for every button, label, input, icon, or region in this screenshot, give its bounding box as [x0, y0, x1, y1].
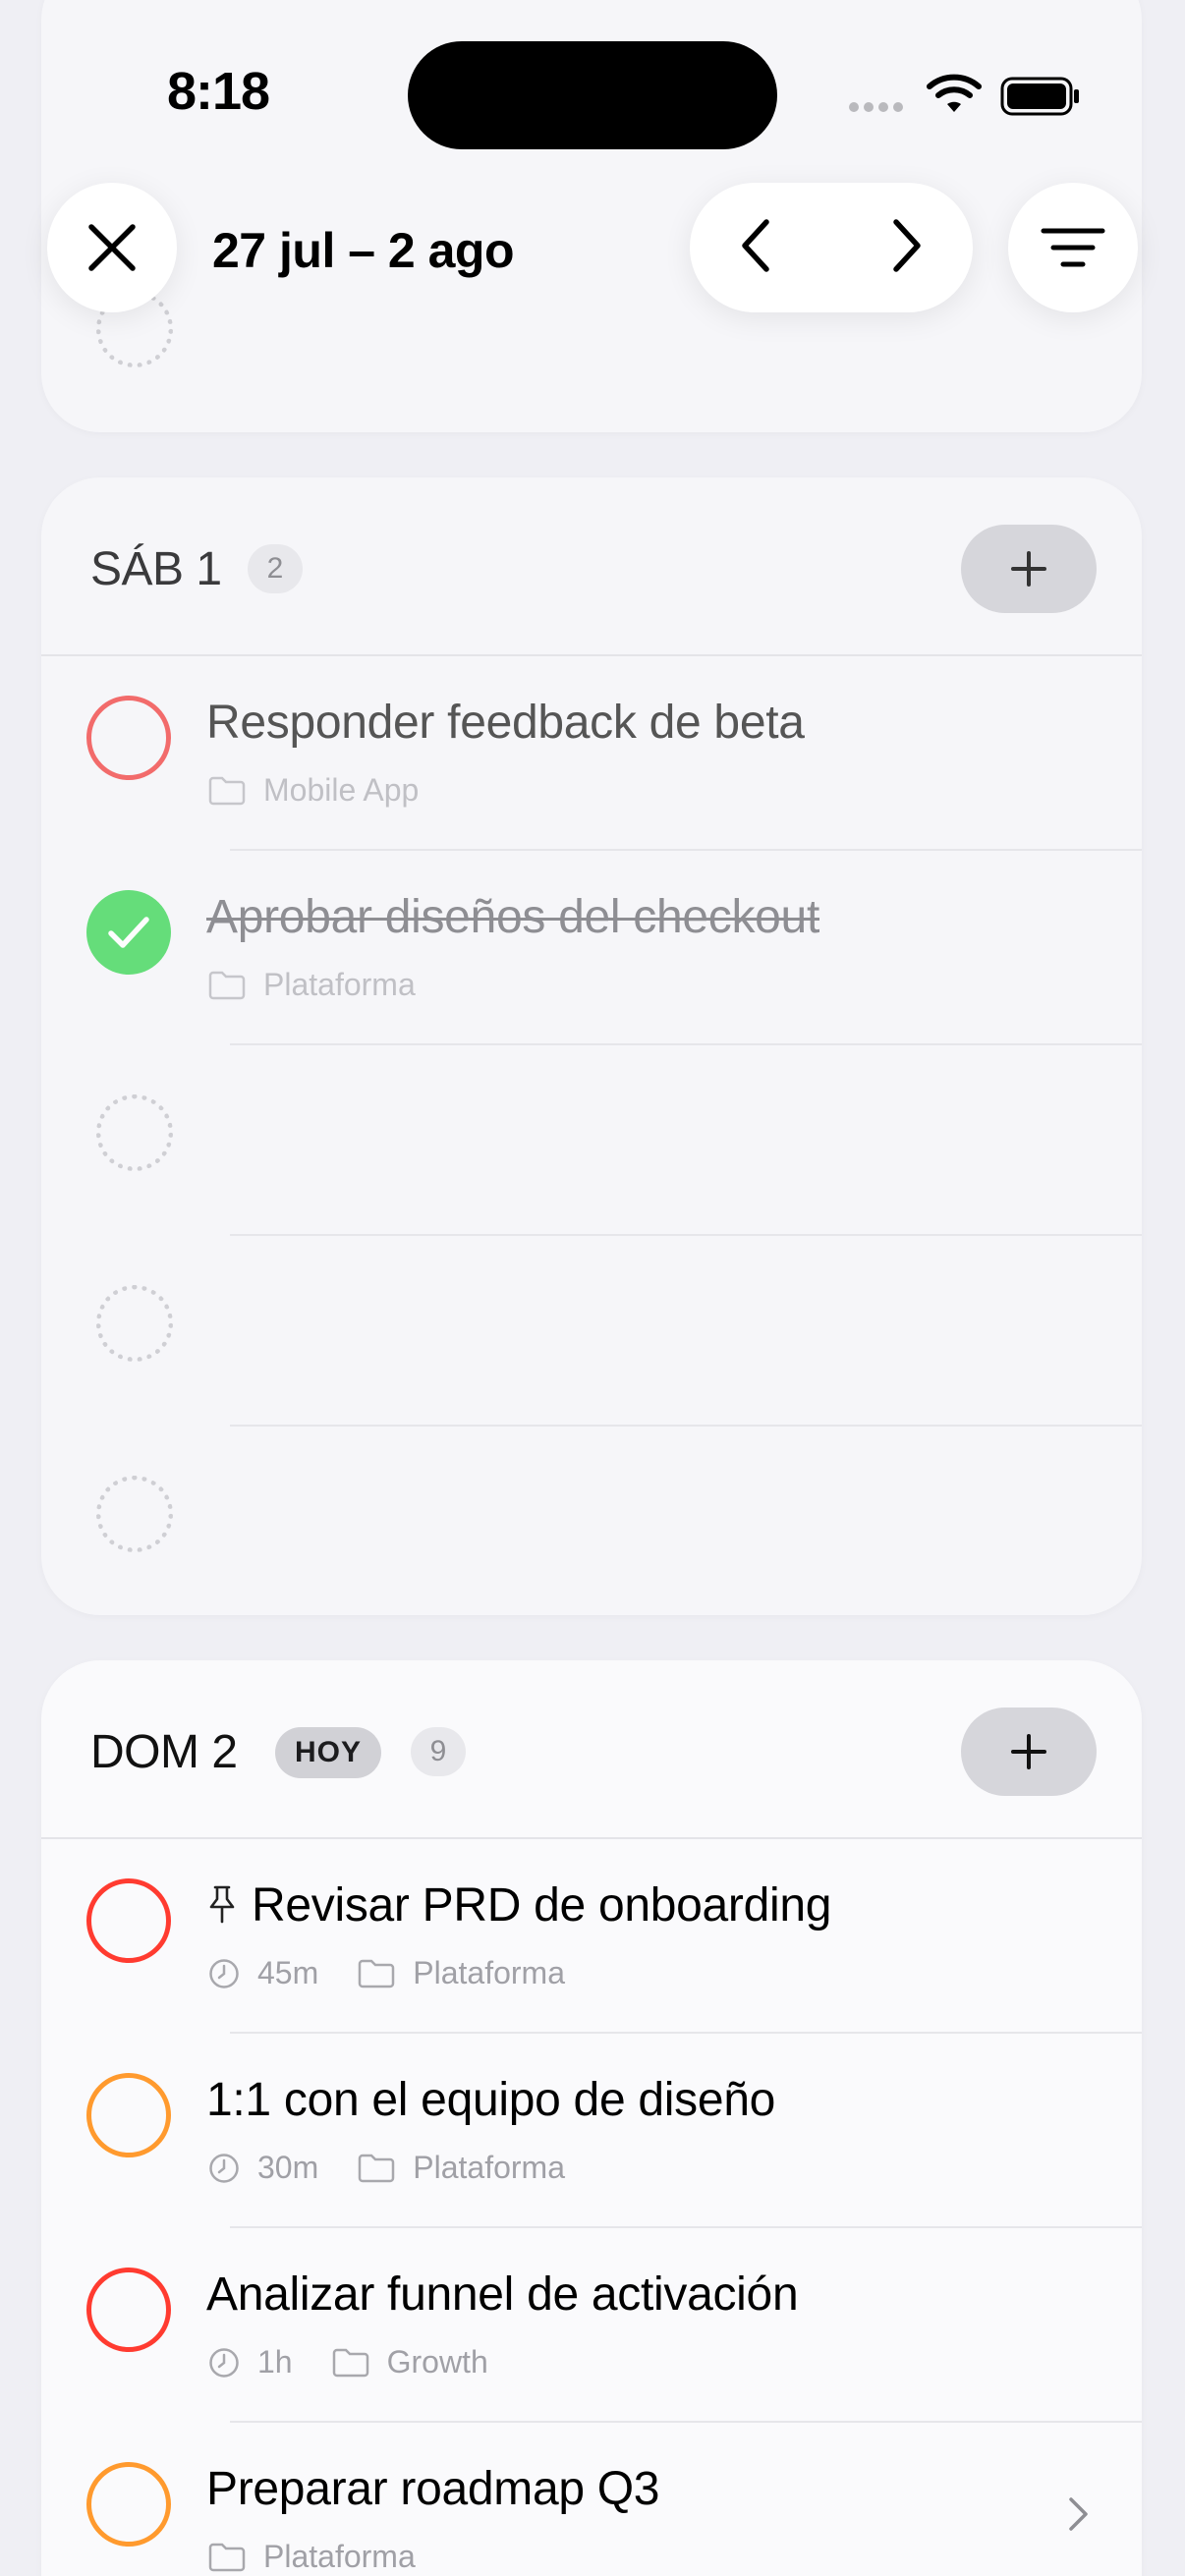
dynamic-island	[408, 41, 777, 149]
task-project: Growth	[386, 2344, 488, 2380]
status-time: 8:18	[167, 62, 270, 121]
plus-icon	[1011, 1734, 1046, 1769]
task-checkbox[interactable]	[86, 2268, 171, 2352]
folder-icon	[358, 2154, 395, 2183]
empty-checkbox[interactable]	[96, 1094, 173, 1171]
task-row[interactable]: Revisar PRD de onboarding 45m Plataforma	[41, 1839, 1142, 2034]
task-count-badge: 9	[411, 1727, 466, 1776]
task-meta: Plataforma	[208, 967, 455, 1003]
chevron-right-icon[interactable]	[1067, 2495, 1091, 2538]
clock-icon	[208, 2153, 240, 2184]
checkmark-icon	[108, 917, 149, 948]
empty-task-slot[interactable]	[41, 1045, 1142, 1236]
close-icon	[88, 224, 136, 271]
task-row[interactable]: Aprobar diseños del checkout Plataforma	[41, 851, 1142, 1045]
task-row[interactable]: 1:1 con el equipo de diseño 30m Platafor…	[41, 2034, 1142, 2228]
task-meta: Mobile App	[208, 772, 458, 809]
close-button[interactable]	[47, 183, 177, 312]
task-title: Analizar funnel de activación	[206, 2268, 799, 2321]
date-range-title: 27 jul – 2 ago	[212, 223, 515, 278]
day-header: SÁB 1 2	[41, 477, 1142, 656]
task-checkbox[interactable]	[86, 2462, 171, 2547]
add-task-button[interactable]	[961, 1708, 1097, 1796]
folder-icon	[332, 2348, 369, 2378]
day-label: SÁB 1	[90, 543, 222, 595]
task-row[interactable]: Analizar funnel de activación 1h Growth	[41, 2228, 1142, 2423]
task-checkbox[interactable]	[86, 2073, 171, 2157]
task-checkbox-checked[interactable]	[86, 890, 171, 975]
task-title-wrapper: Revisar PRD de onboarding	[206, 1878, 831, 1935]
empty-task-slot[interactable]	[41, 1236, 1142, 1427]
next-week-button[interactable]	[890, 216, 926, 280]
empty-checkbox[interactable]	[96, 1476, 173, 1552]
add-task-button[interactable]	[961, 525, 1097, 613]
plus-icon	[1011, 551, 1046, 587]
filter-button[interactable]	[1008, 183, 1138, 312]
task-project: Plataforma	[413, 1955, 565, 1990]
filter-icon	[1041, 228, 1105, 267]
day-header: DOM 2 HOY 9	[41, 1660, 1142, 1839]
day-card-sunday: DOM 2 HOY 9 Revisar PRD de onboarding 45…	[41, 1660, 1142, 2576]
chevron-right-icon	[893, 218, 921, 272]
task-meta: 1h Growth	[208, 2344, 528, 2380]
battery-icon	[1000, 77, 1081, 121]
task-duration: 45m	[257, 1955, 319, 1990]
day-card-saturday: SÁB 1 2 Responder feedback de beta Mobil…	[41, 477, 1142, 1615]
folder-icon	[208, 971, 246, 1000]
task-project: Plataforma	[413, 2150, 565, 2185]
week-navigation	[690, 183, 973, 312]
day-label: DOM 2	[90, 1726, 238, 1778]
folder-icon	[208, 2543, 246, 2572]
clock-icon	[208, 2347, 240, 2379]
cellular-signal-icon	[849, 102, 903, 112]
task-checkbox[interactable]	[86, 696, 171, 780]
task-title: 1:1 con el equipo de diseño	[206, 2074, 776, 2126]
wifi-icon	[927, 73, 982, 119]
empty-checkbox[interactable]	[96, 1285, 173, 1362]
task-duration: 30m	[257, 2150, 319, 2185]
task-project: Plataforma	[263, 2539, 416, 2574]
empty-task-slot[interactable]	[41, 242, 1142, 432]
task-project: Mobile App	[263, 772, 420, 808]
folder-icon	[208, 776, 246, 806]
clock-icon	[208, 1958, 240, 1989]
task-duration: 1h	[257, 2344, 293, 2380]
chevron-left-icon	[742, 218, 769, 272]
task-meta: 30m Plataforma	[208, 2150, 604, 2186]
task-title: Revisar PRD de onboarding	[252, 1879, 832, 1932]
empty-task-slot[interactable]	[41, 1427, 1142, 1615]
task-title: Aprobar diseños del checkout	[206, 891, 819, 943]
task-count-badge: 2	[248, 544, 303, 593]
task-meta: 45m Plataforma	[208, 1955, 604, 1991]
folder-icon	[358, 1959, 395, 1988]
task-title: Preparar roadmap Q3	[206, 2463, 660, 2515]
task-row[interactable]: Responder feedback de beta Mobile App	[41, 656, 1142, 851]
app-screen: SÁB 1 2 Responder feedback de beta Mobil…	[0, 0, 1185, 2576]
pin-icon	[206, 1881, 238, 1935]
today-badge: HOY	[275, 1727, 382, 1778]
task-title: Responder feedback de beta	[206, 697, 805, 749]
task-checkbox[interactable]	[86, 1878, 171, 1963]
task-meta: Plataforma	[208, 2539, 455, 2575]
task-project: Plataforma	[263, 967, 416, 1002]
task-row[interactable]: Preparar roadmap Q3 Plataforma	[41, 2423, 1142, 2576]
previous-week-button[interactable]	[737, 216, 772, 280]
